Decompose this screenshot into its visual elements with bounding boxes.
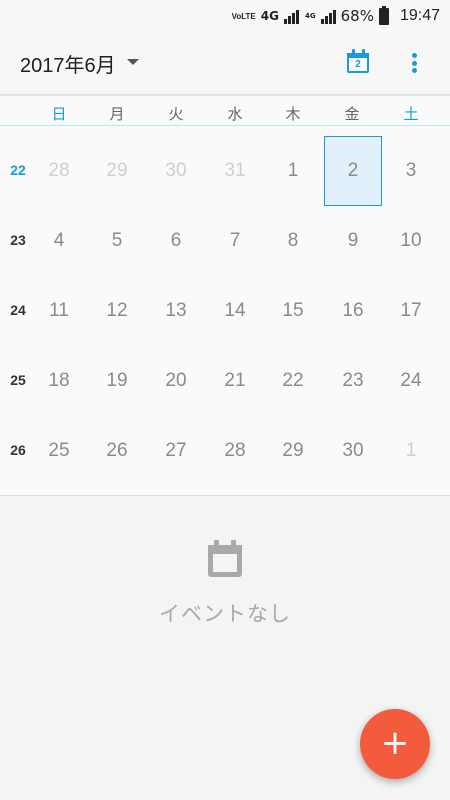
overflow-menu-icon[interactable]: [406, 50, 422, 76]
status-indicators: VoLTE 4G 4G 68% 19:47: [232, 0, 440, 32]
calendar-day[interactable]: 29: [264, 416, 322, 486]
calendar-day[interactable]: 7: [206, 206, 264, 276]
calendar-day[interactable]: 25: [30, 416, 88, 486]
calendar-day[interactable]: 9: [324, 206, 382, 276]
signal-icon: [283, 8, 299, 24]
calendar-day[interactable]: 20: [147, 346, 205, 416]
month-title[interactable]: 2017年6月: [20, 49, 116, 78]
calendar-day[interactable]: 4: [30, 206, 88, 276]
weekday-header: 日 月 火 水 木 金 土: [0, 96, 450, 126]
calendar-day[interactable]: 8: [264, 206, 322, 276]
weekday-wed: 水: [227, 105, 243, 123]
clock: 19:47: [399, 7, 440, 24]
calendar-day[interactable]: 17: [382, 276, 440, 346]
calendar-day-selected[interactable]: 2: [324, 136, 382, 206]
calendar-day[interactable]: 15: [264, 276, 322, 346]
dropdown-icon[interactable]: [127, 59, 139, 65]
calendar-day[interactable]: 28: [206, 416, 264, 486]
add-event-button[interactable]: +: [360, 709, 430, 779]
today-button[interactable]: 2: [345, 48, 373, 76]
network-type-2: 4G: [304, 12, 316, 20]
weekday-thu: 木: [285, 105, 301, 123]
calendar-day[interactable]: 13: [147, 276, 205, 346]
calendar-day[interactable]: 5: [88, 206, 146, 276]
network-type-1: 4G: [261, 9, 279, 23]
calendar-day[interactable]: 19: [88, 346, 146, 416]
calendar-day[interactable]: 3: [382, 136, 440, 206]
calendar-day[interactable]: 10: [382, 206, 440, 276]
calendar-day[interactable]: 27: [147, 416, 205, 486]
battery-percent: 68%: [340, 7, 374, 25]
weekday-tue: 火: [168, 105, 184, 123]
calendar-day[interactable]: 30: [147, 136, 205, 206]
today-date: 2: [355, 59, 361, 70]
calendar-day[interactable]: 12: [88, 276, 146, 346]
calendar-day[interactable]: 18: [30, 346, 88, 416]
calendar-day[interactable]: 1: [264, 136, 322, 206]
calendar-icon-ring: [362, 49, 365, 55]
weekday-fri: 金: [344, 105, 360, 123]
calendar-day[interactable]: 26: [88, 416, 146, 486]
calendar-day[interactable]: 24: [382, 346, 440, 416]
network-label: 4G: [260, 9, 279, 23]
calendar-icon-header: [347, 53, 369, 58]
status-bar: VoLTE 4G 4G 68% 19:47: [0, 0, 450, 32]
add-icon: +: [380, 722, 410, 763]
calendar-day[interactable]: 30: [324, 416, 382, 486]
empty-events-message: イベントなし: [159, 602, 291, 626]
month-calendar: 日 月 火 水 木 金 土 22 28 29 30 31 1 2 3 23 4 …: [0, 96, 450, 496]
calendar-day[interactable]: 28: [30, 136, 88, 206]
calendar-day[interactable]: 31: [206, 136, 264, 206]
signal-icon: [320, 8, 336, 24]
calendar-day[interactable]: 16: [324, 276, 382, 346]
calendar-day[interactable]: 1: [382, 416, 440, 486]
weekday-mon: 月: [109, 105, 125, 123]
app-toolbar: 2017年6月 2: [0, 32, 450, 94]
calendar-day[interactable]: 29: [88, 136, 146, 206]
calendar-day[interactable]: 22: [264, 346, 322, 416]
calendar-icon-ring: [352, 49, 355, 55]
calendar-day[interactable]: 23: [324, 346, 382, 416]
network-label: 4G: [304, 12, 316, 20]
calendar-day[interactable]: 11: [30, 276, 88, 346]
calendar-day[interactable]: 14: [206, 276, 264, 346]
calendar-icon: [206, 540, 244, 580]
weekday-sat: 土: [403, 105, 419, 123]
battery-icon: [378, 5, 389, 25]
calendar-day[interactable]: 6: [147, 206, 205, 276]
calendar-day[interactable]: 21: [206, 346, 264, 416]
volte-indicator: VoLTE: [231, 11, 256, 21]
weekday-sun: 日: [51, 105, 67, 123]
